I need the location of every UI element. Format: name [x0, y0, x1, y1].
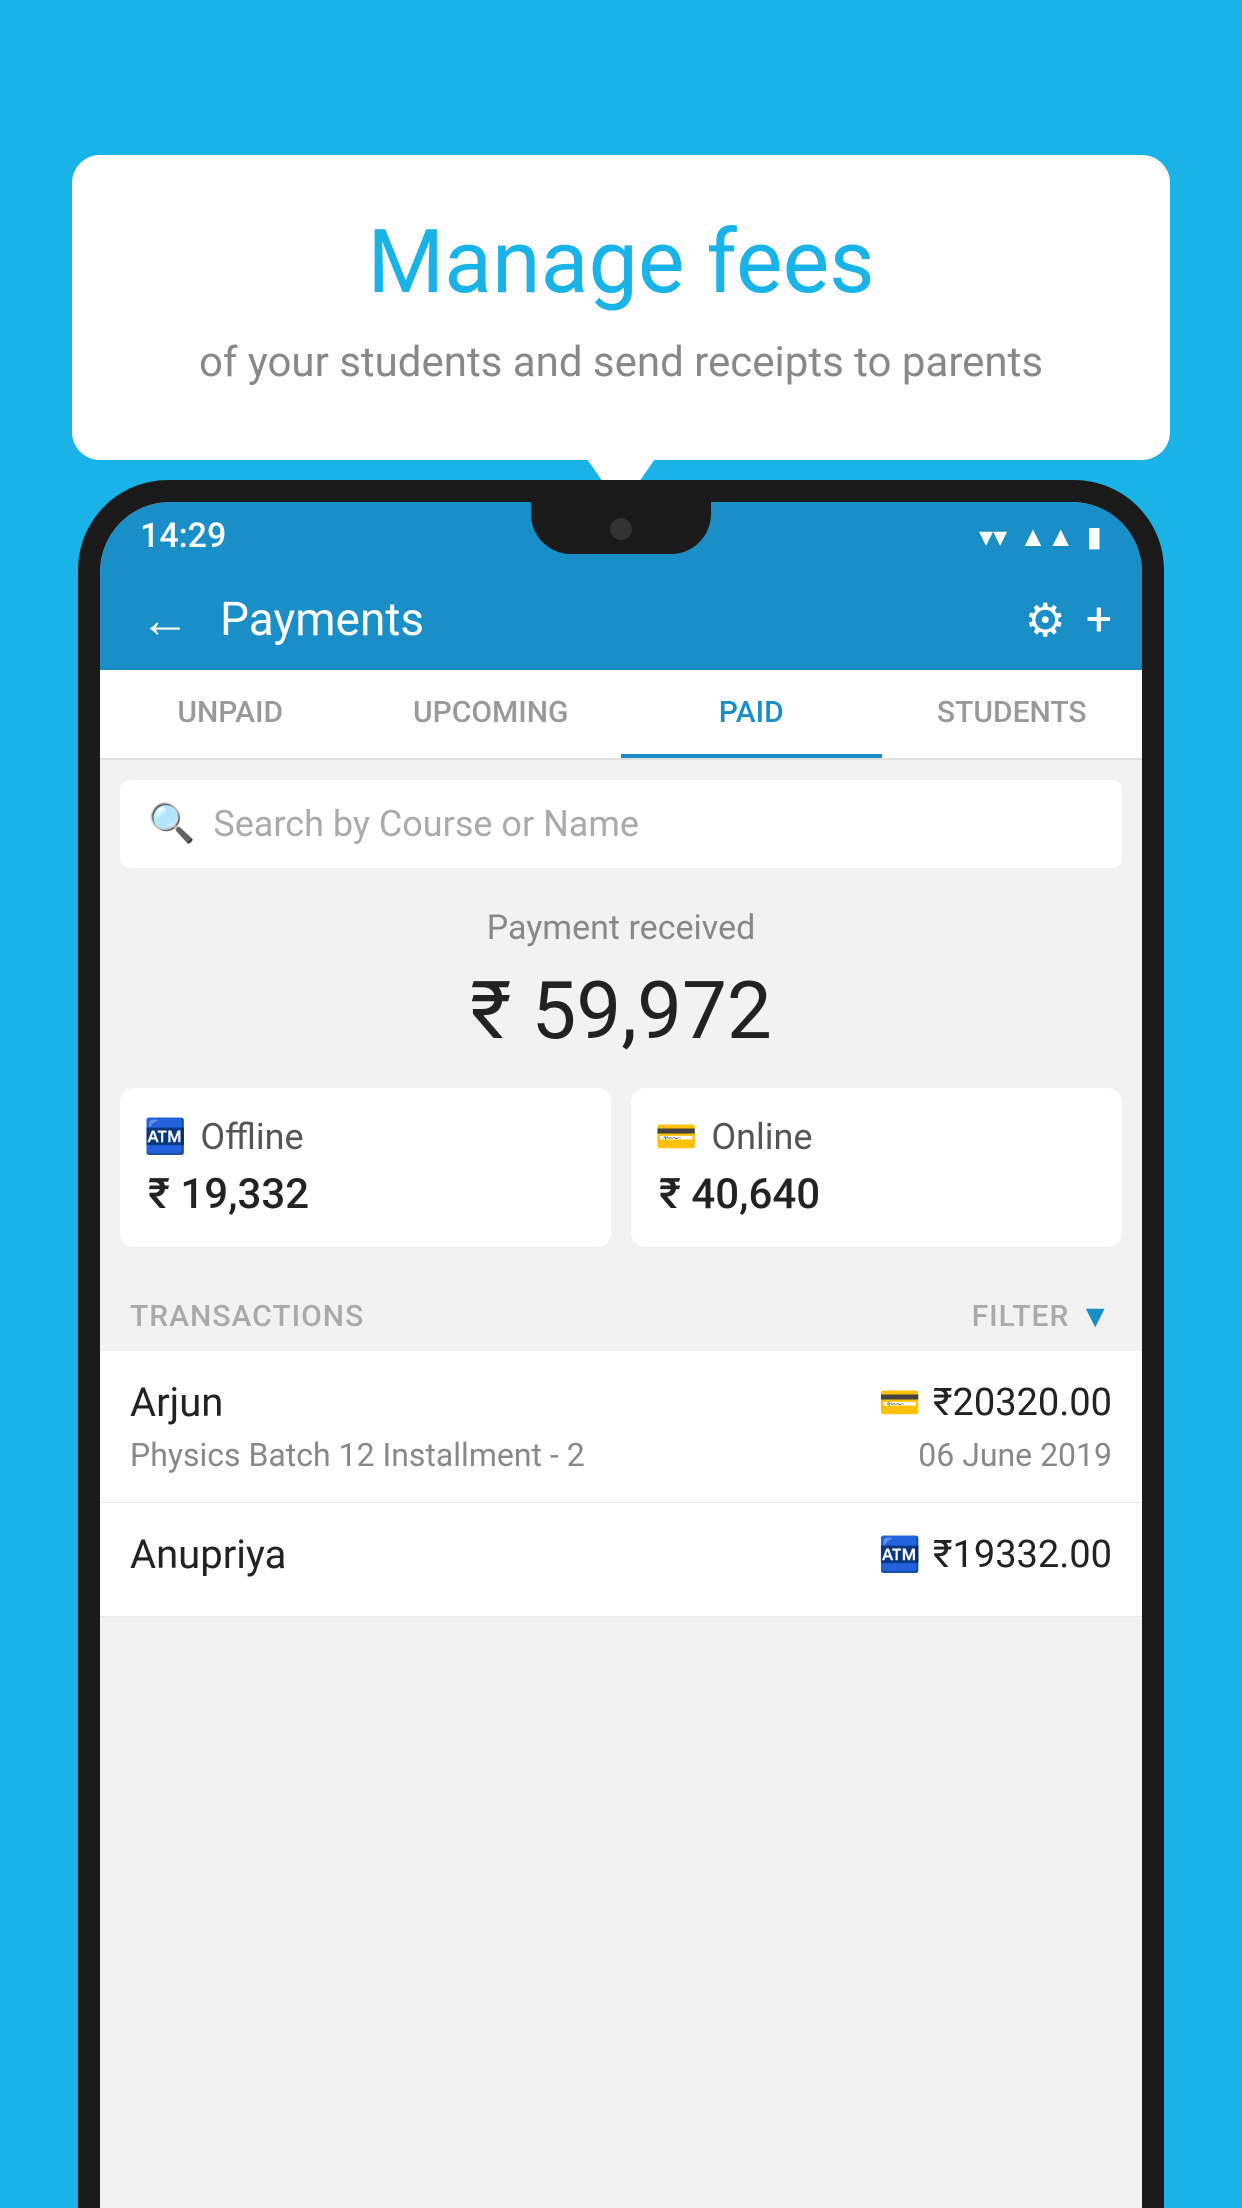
- status-icons: ▾▾ ▲▲ ▮: [979, 520, 1102, 553]
- transaction-amount-wrap: 💳 ₹20320.00: [878, 1381, 1112, 1425]
- signal-icon: ▲▲: [1019, 520, 1074, 553]
- status-time: 14:29: [140, 516, 226, 556]
- online-label: Online: [711, 1116, 812, 1158]
- filter-label: FILTER: [972, 1299, 1070, 1334]
- transactions-label: TRANSACTIONS: [130, 1299, 364, 1334]
- payment-type-icon: 🏧: [878, 1535, 920, 1575]
- battery-icon: ▮: [1087, 520, 1102, 553]
- settings-button[interactable]: ⚙: [1025, 593, 1066, 648]
- phone-screen: 14:29 ▾▾ ▲▲ ▮ ← Payments ⚙ + UNPAID UPCO…: [100, 502, 1142, 2208]
- payment-total-amount: ₹ 59,972: [120, 964, 1122, 1058]
- offline-amount: ₹ 19,332: [144, 1170, 587, 1219]
- header-title: Payments: [220, 593, 1005, 647]
- tab-upcoming[interactable]: UPCOMING: [361, 670, 622, 758]
- tab-unpaid[interactable]: UNPAID: [100, 670, 361, 758]
- tab-students[interactable]: STUDENTS: [882, 670, 1143, 758]
- transaction-top: Anupriya 🏧 ₹19332.00: [130, 1531, 1112, 1578]
- transaction-name: Arjun: [130, 1379, 223, 1426]
- search-bar[interactable]: 🔍 Search by Course or Name: [120, 780, 1122, 868]
- payment-section: Payment received ₹ 59,972: [100, 868, 1142, 1088]
- tab-paid[interactable]: PAID: [621, 670, 882, 758]
- payment-cards: 🏧 Offline ₹ 19,332 💳 Online ₹ 40,640: [100, 1088, 1142, 1277]
- transaction-date: 06 June 2019: [918, 1436, 1112, 1474]
- tabs-bar: UNPAID UPCOMING PAID STUDENTS: [100, 670, 1142, 760]
- filter-button[interactable]: FILTER ▼: [972, 1297, 1112, 1335]
- transaction-bottom: Physics Batch 12 Installment - 2 06 June…: [130, 1436, 1112, 1474]
- online-card-header: 💳 Online: [655, 1116, 1098, 1158]
- transaction-amount: ₹20320.00: [933, 1381, 1112, 1425]
- transaction-course: Physics Batch 12 Installment - 2: [130, 1436, 585, 1474]
- speech-bubble: Manage fees of your students and send re…: [72, 155, 1170, 460]
- online-icon: 💳: [655, 1117, 697, 1157]
- search-icon: 🔍: [148, 802, 195, 846]
- offline-label: Offline: [200, 1116, 303, 1158]
- offline-payment-card: 🏧 Offline ₹ 19,332: [120, 1088, 611, 1247]
- transactions-header: TRANSACTIONS FILTER ▼: [100, 1277, 1142, 1351]
- transaction-name: Anupriya: [130, 1531, 286, 1578]
- offline-card-header: 🏧 Offline: [144, 1116, 587, 1158]
- transaction-amount: ₹19332.00: [933, 1533, 1112, 1577]
- filter-icon: ▼: [1079, 1297, 1112, 1335]
- phone-notch: [531, 502, 711, 554]
- back-button[interactable]: ←: [130, 581, 200, 660]
- online-payment-card: 💳 Online ₹ 40,640: [631, 1088, 1122, 1247]
- app-header: ← Payments ⚙ +: [100, 570, 1142, 670]
- table-row[interactable]: Arjun 💳 ₹20320.00 Physics Batch 12 Insta…: [100, 1351, 1142, 1503]
- search-placeholder: Search by Course or Name: [213, 803, 639, 845]
- phone-frame: 14:29 ▾▾ ▲▲ ▮ ← Payments ⚙ + UNPAID UPCO…: [78, 480, 1164, 2208]
- table-row[interactable]: Anupriya 🏧 ₹19332.00: [100, 1503, 1142, 1617]
- payment-label: Payment received: [120, 908, 1122, 948]
- header-actions: ⚙ +: [1025, 593, 1112, 648]
- bubble-title: Manage fees: [122, 215, 1120, 312]
- payment-type-icon: 💳: [878, 1383, 920, 1423]
- wifi-icon: ▾▾: [979, 520, 1007, 553]
- bubble-subtitle: of your students and send receipts to pa…: [122, 336, 1120, 391]
- camera: [610, 518, 632, 540]
- transaction-amount-wrap: 🏧 ₹19332.00: [878, 1533, 1112, 1577]
- transaction-top: Arjun 💳 ₹20320.00: [130, 1379, 1112, 1426]
- offline-icon: 🏧: [144, 1117, 186, 1157]
- add-button[interactable]: +: [1086, 593, 1112, 647]
- online-amount: ₹ 40,640: [655, 1170, 1098, 1219]
